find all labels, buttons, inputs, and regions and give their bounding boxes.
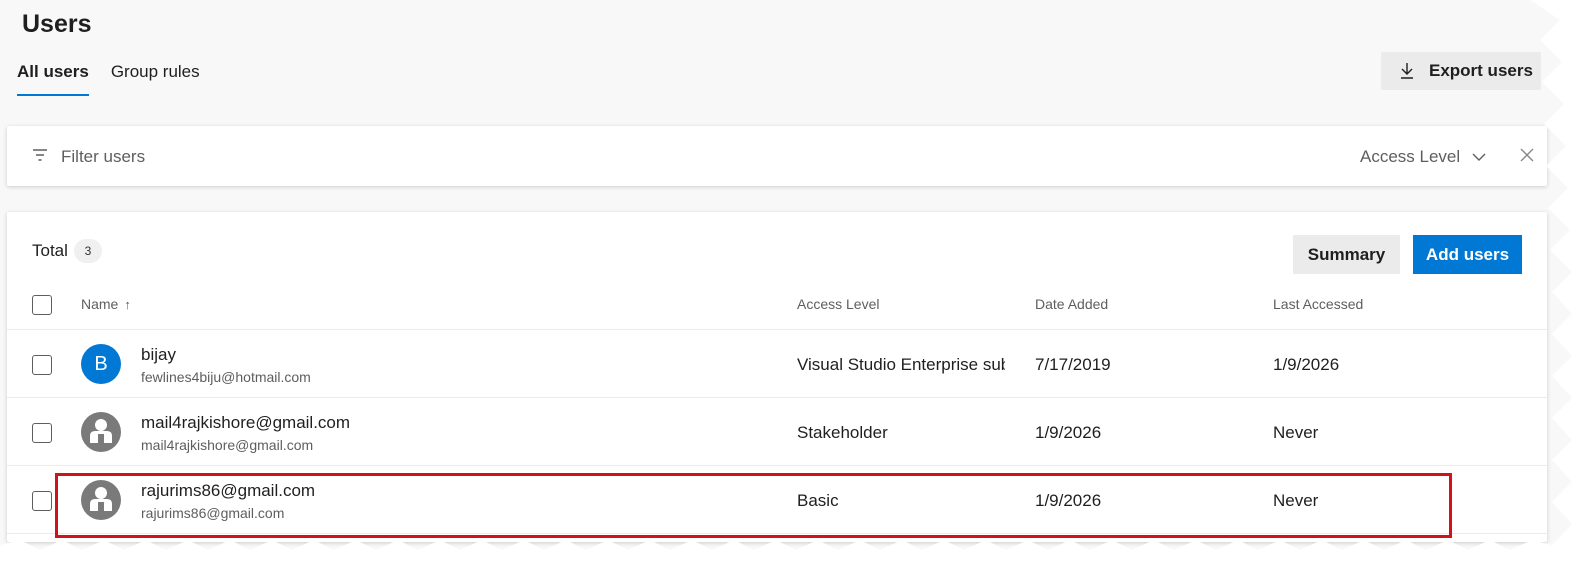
date-added-cell: 1/9/2026	[1035, 423, 1102, 442]
column-header-date-added[interactable]: Date Added	[1035, 296, 1108, 312]
user-name: bijay	[141, 345, 176, 364]
filter-bar: Filter users Access Level	[7, 126, 1547, 186]
access-level-cell: Basic	[797, 491, 839, 510]
tab-bar: All users Group rules	[17, 62, 200, 96]
column-header-name-label: Name	[81, 296, 119, 312]
last-accessed-cell: Never	[1273, 491, 1319, 510]
user-email: fewlines4biju@hotmail.com	[141, 369, 311, 385]
avatar	[81, 480, 121, 520]
column-header-access-level[interactable]: Access Level	[797, 296, 879, 312]
access-level-cell: Stakeholder	[797, 423, 888, 442]
total-count-badge: 3	[74, 239, 102, 263]
date-added-cell: 7/17/2019	[1035, 355, 1111, 374]
access-level-filter-dropdown[interactable]: Access Level	[1360, 147, 1486, 167]
filter-icon	[32, 148, 48, 167]
user-email: mail4rajkishore@gmail.com	[141, 437, 314, 453]
access-level-filter-label: Access Level	[1360, 147, 1461, 166]
avatar	[81, 412, 121, 452]
table-header-row: Name ↑ Access Level Date Added Last Acces…	[7, 284, 1547, 330]
close-icon[interactable]	[1519, 147, 1535, 168]
column-header-name[interactable]: Name ↑	[81, 296, 131, 312]
user-name: mail4rajkishore@gmail.com	[141, 413, 351, 432]
page-title: Users	[22, 10, 92, 38]
row-checkbox[interactable]	[32, 423, 52, 443]
table-row[interactable]: B bijay fewlines4biju@hotmail.com Visual…	[7, 331, 1547, 398]
row-checkbox[interactable]	[32, 355, 52, 375]
export-users-button[interactable]: Export users	[1381, 52, 1541, 90]
summary-button[interactable]: Summary	[1293, 235, 1400, 274]
row-checkbox[interactable]	[32, 491, 52, 511]
table-row[interactable]: mail4rajkishore@gmail.com mail4rajkishor…	[7, 399, 1547, 466]
tab-all-users[interactable]: All users	[17, 62, 89, 96]
last-accessed-cell: Never	[1273, 423, 1319, 442]
add-users-button[interactable]: Add users	[1413, 235, 1522, 274]
date-added-cell: 1/9/2026	[1035, 491, 1102, 510]
total-label: Total	[32, 241, 68, 260]
tab-group-rules[interactable]: Group rules	[111, 62, 200, 96]
chevron-down-icon	[1472, 147, 1486, 167]
person-icon	[89, 485, 113, 516]
user-email: rajurims86@gmail.com	[141, 505, 285, 521]
download-icon	[1399, 62, 1415, 80]
person-icon	[89, 417, 113, 448]
export-users-label: Export users	[1429, 61, 1533, 80]
user-name: rajurims86@gmail.com	[141, 481, 316, 500]
avatar: B	[81, 344, 121, 384]
users-table: Total 3 Summary Add users Name ↑ Access L…	[7, 212, 1547, 542]
filter-users-input[interactable]: Filter users	[61, 147, 145, 167]
column-header-last-accessed[interactable]: Last Accessed	[1273, 296, 1363, 312]
last-accessed-cell: 1/9/2026	[1273, 355, 1340, 374]
select-all-checkbox[interactable]	[32, 295, 52, 315]
table-row[interactable]: rajurims86@gmail.com rajurims86@gmail.co…	[7, 467, 1547, 534]
access-level-cell: Visual Studio Enterprise sub	[797, 355, 1005, 374]
sort-ascending-icon: ↑	[124, 297, 131, 312]
